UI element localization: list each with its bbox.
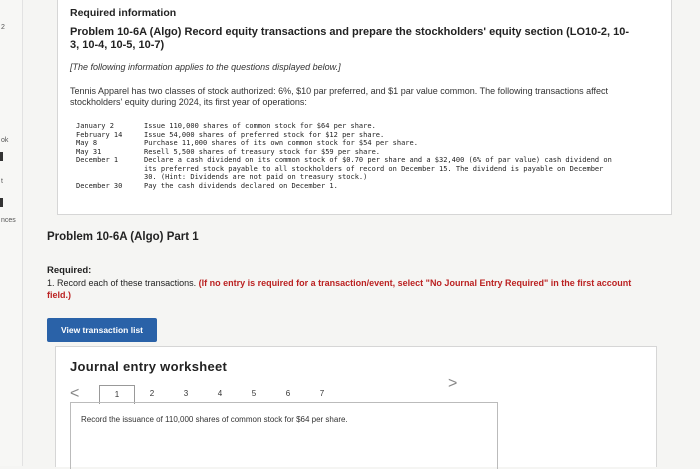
- nav-label[interactable]: 2: [1, 24, 5, 31]
- required-label: Required:: [47, 265, 92, 276]
- transaction-row: January 2 Issue 110,000 shares of common …: [76, 122, 616, 131]
- problem-title: Problem 10-6A (Algo) Record equity trans…: [70, 26, 630, 51]
- transaction-list: January 2 Issue 110,000 shares of common …: [76, 122, 616, 190]
- transaction-text: Issue 110,000 shares of common stock for…: [144, 122, 376, 130]
- transaction-date: December 30: [76, 181, 123, 190]
- worksheet-content-box: Record the issuance of 110,000 shares of…: [70, 402, 498, 469]
- transaction-text: Declare a cash dividend on its common st…: [144, 156, 612, 181]
- journal-entry-worksheet: Journal entry worksheet < > 1 2 3 4 5 6 …: [55, 346, 657, 469]
- transaction-text: Purchase 11,000 shares of its own common…: [144, 139, 418, 147]
- transaction-row: February 14 Issue 54,000 shares of prefer…: [76, 131, 616, 140]
- info-note: [The following information applies to th…: [70, 62, 341, 72]
- transaction-row: May 8 Purchase 11,000 shares of its own c…: [76, 139, 616, 148]
- nav-label[interactable]: nces: [1, 217, 16, 224]
- left-nav-strip: 2 ok t nces: [0, 0, 23, 466]
- worksheet-tab[interactable]: 6: [271, 385, 305, 403]
- transaction-date: February 14: [76, 130, 123, 139]
- required-information-box: Required information Problem 10-6A (Algo…: [57, 0, 672, 215]
- chevron-left-icon[interactable]: <: [70, 385, 79, 403]
- nav-label[interactable]: t: [1, 178, 3, 185]
- transaction-date: January 2: [76, 122, 114, 130]
- transaction-row: December 1 Declare a cash dividend on its…: [76, 156, 616, 182]
- transaction-text: Resell 5,500 shares of treasury stock fo…: [144, 147, 381, 156]
- transaction-date: December 1: [76, 156, 119, 164]
- transaction-date: May 8: [76, 139, 98, 147]
- chevron-right-icon[interactable]: >: [448, 375, 457, 393]
- transaction-text: Pay the cash dividends declared on Decem…: [144, 181, 338, 190]
- worksheet-tab[interactable]: 3: [169, 385, 203, 403]
- transaction-date: May 31: [76, 147, 102, 156]
- part-title: Problem 10-6A (Algo) Part 1: [47, 231, 199, 243]
- transaction-row: December 30 Pay the cash dividends declar…: [76, 182, 616, 191]
- worksheet-tab[interactable]: 7: [305, 385, 339, 403]
- problem-description: Tennis Apparel has two classes of stock …: [70, 86, 608, 107]
- required-text: 1. Record each of these transactions.: [47, 278, 197, 288]
- worksheet-tab[interactable]: 2: [135, 385, 169, 403]
- nav-marker: [0, 152, 3, 161]
- nav-marker: [0, 198, 3, 207]
- nav-label[interactable]: ok: [1, 137, 8, 144]
- worksheet-tab[interactable]: 4: [203, 385, 237, 403]
- required-instructions: 1. Record each of these transactions. (I…: [47, 277, 647, 301]
- worksheet-instruction: Record the issuance of 110,000 shares of…: [81, 415, 348, 424]
- view-transaction-list-button[interactable]: View transaction list: [47, 318, 157, 342]
- transaction-row: May 31 Resell 5,500 shares of treasury st…: [76, 148, 616, 157]
- required-information-heading: Required information: [70, 7, 177, 19]
- worksheet-title: Journal entry worksheet: [70, 359, 228, 374]
- transaction-text: Issue 54,000 shares of preferred stock f…: [144, 130, 385, 139]
- worksheet-tab[interactable]: 5: [237, 385, 271, 403]
